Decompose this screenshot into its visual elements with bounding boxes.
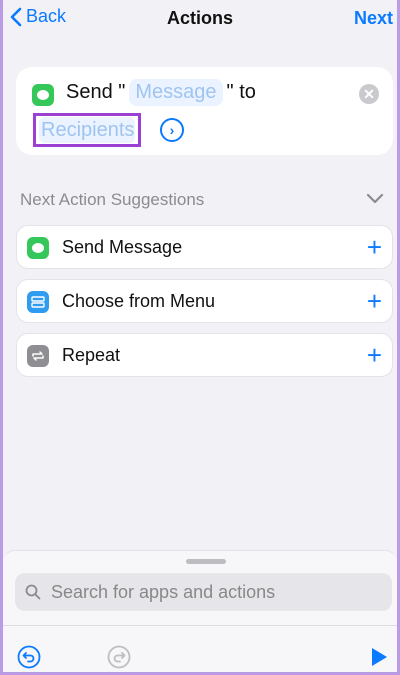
send-message-action-card: Send " Message " to ✕ Recipients › bbox=[16, 67, 393, 155]
play-icon[interactable] bbox=[369, 646, 389, 668]
remove-action-icon[interactable]: ✕ bbox=[359, 84, 379, 104]
recipients-token[interactable]: Recipients bbox=[39, 117, 135, 143]
action-sentence: Send " Message " to bbox=[66, 79, 256, 106]
recipients-highlight: Recipients bbox=[33, 113, 141, 147]
search-bar[interactable] bbox=[15, 573, 392, 611]
chevron-down-icon[interactable] bbox=[366, 193, 384, 205]
suggestion-send-message[interactable]: Send Message + bbox=[16, 225, 393, 269]
action-suffix: " to bbox=[226, 81, 256, 103]
search-icon bbox=[25, 584, 41, 600]
toolbar-divider bbox=[3, 625, 397, 626]
add-icon[interactable]: + bbox=[367, 286, 382, 316]
add-icon[interactable]: + bbox=[367, 340, 382, 370]
redo-icon[interactable] bbox=[107, 645, 131, 669]
search-input[interactable] bbox=[49, 580, 373, 604]
message-token[interactable]: Message bbox=[129, 79, 223, 106]
messages-icon bbox=[32, 84, 54, 106]
undo-icon[interactable] bbox=[17, 645, 41, 669]
back-button[interactable]: Back bbox=[10, 6, 66, 27]
action-search-sheet bbox=[3, 550, 397, 673]
sheet-drag-handle[interactable] bbox=[186, 559, 226, 564]
messages-icon bbox=[27, 237, 49, 259]
suggestions-header: Next Action Suggestions bbox=[20, 190, 205, 209]
expand-chevron-icon[interactable]: › bbox=[160, 118, 184, 142]
suggestion-choose-from-menu[interactable]: Choose from Menu + bbox=[16, 279, 393, 323]
add-icon[interactable]: + bbox=[367, 232, 382, 262]
suggestion-label: Repeat bbox=[62, 345, 121, 365]
menu-icon bbox=[27, 291, 49, 313]
action-prefix: Send " bbox=[66, 81, 126, 103]
navigation-bar: Back Actions Next bbox=[0, 0, 400, 38]
repeat-icon bbox=[27, 345, 49, 367]
suggestion-repeat[interactable]: Repeat + bbox=[16, 333, 393, 377]
suggestion-label: Choose from Menu bbox=[62, 291, 216, 311]
chevron-left-icon bbox=[10, 7, 22, 26]
back-label: Back bbox=[26, 6, 67, 26]
suggestion-label: Send Message bbox=[62, 237, 183, 257]
next-button[interactable]: Next bbox=[354, 8, 393, 29]
